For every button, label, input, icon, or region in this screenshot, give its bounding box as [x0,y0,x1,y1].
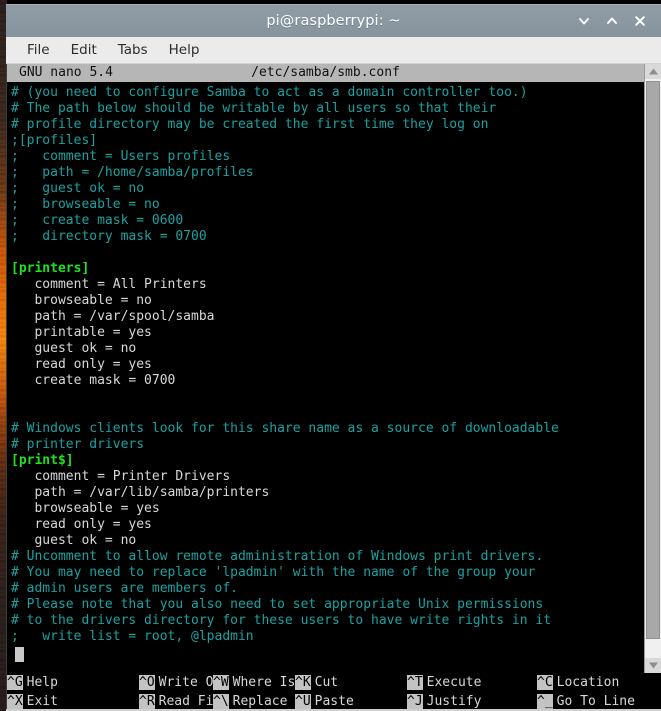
shortcut-label: Location [556,675,620,690]
shortcut-item[interactable]: ^W Where Is [213,673,295,692]
editor-line: ; comment = Users profiles [11,149,231,164]
menubar: File Edit Tabs Help [6,37,661,64]
editor-line: # Uncomment to allow remote administrati… [11,549,544,564]
close-button[interactable] [627,8,653,34]
nano-editor[interactable]: GNU nano 5.4 /etc/samba/smb.conf # (you … [7,64,644,673]
editor-line: create mask = 0700 [11,373,176,388]
terminal-scrollbar[interactable] [644,64,661,673]
shortcut-key: ^C [537,675,553,690]
shortcut-label: Justify [426,694,482,709]
editor-line: # admin users are members of. [11,581,238,596]
scroll-up-icon [648,67,659,76]
editor-line: ; browseable = no [11,197,160,212]
editor-line: ; create mask = 0600 [11,213,184,228]
editor-line: guest ok = no [11,533,137,548]
editor-line: # printer drivers [11,437,145,452]
scrollbar-up-button[interactable] [645,64,661,79]
text-cursor [15,647,24,662]
scrollbar-thumb[interactable] [646,81,660,639]
shortcut-item[interactable]: ^K Cut [295,673,338,692]
shortcut-label: Execute [426,675,482,690]
editor-line: # (you need to configure Samba to act as… [11,85,528,100]
shortcut-key: ^O [139,675,155,690]
shortcut-key: ^J [407,694,423,709]
chevron-up-icon [605,14,619,28]
shortcut-key: ^T [407,675,423,690]
nano-filename-label: /etc/samba/smb.conf [251,65,400,80]
editor-line: # Windows clients look for this share na… [11,421,559,436]
editor-line: browseable = no [11,293,152,308]
screen: pi@raspberrypi: ~ File Edit Tabs Help GN… [0,0,661,711]
shortcut-key: ^U [295,694,311,709]
scrollbar-track[interactable] [645,79,661,658]
maximize-button[interactable] [599,8,625,34]
terminal-body: GNU nano 5.4 /etc/samba/smb.conf # (you … [6,64,661,673]
editor-line: read only = yes [11,517,152,532]
editor-line: ; write list = root, @lpadmin [11,629,254,644]
scroll-down-icon [648,661,659,670]
shortcut-label: Cut [314,675,339,690]
shortcut-item[interactable]: ^T Execute [407,673,481,692]
close-icon [633,14,647,28]
window-title: pi@raspberrypi: ~ [266,13,401,29]
editor-line: printable = yes [11,325,152,340]
terminal-window: pi@raspberrypi: ~ File Edit Tabs Help GN… [6,4,661,711]
window-titlebar[interactable]: pi@raspberrypi: ~ [6,4,661,37]
menu-item-file[interactable]: File [18,39,59,61]
shortcut-key: ^X [7,694,23,709]
shortcut-label: Replace [232,694,288,709]
shortcut-label: Help [26,675,58,690]
editor-line: comment = Printer Drivers [11,469,231,484]
shortcut-label: Exit [26,694,58,709]
minimize-button[interactable] [571,8,597,34]
shortcut-row-primary: ^G Help ^O Write Out ^W Where Is ^K Cut ^T Execut… [7,673,661,692]
nano-header-bar: GNU nano 5.4 /etc/samba/smb.conf [7,64,644,82]
shortcut-key: ^W [213,675,229,690]
editor-line: # profile directory may be created the f… [11,117,489,132]
editor-line: browseable = yes [11,501,160,516]
shortcut-label: Where Is [232,675,296,690]
shortcut-key: ^_ [537,694,553,709]
editor-line: # You may need to replace 'lpadmin' with… [11,565,536,580]
nano-shortcut-bar: ^G Help ^O Write Out ^W Where Is ^K Cut ^T Execut… [6,673,661,711]
editor-line: ; path = /home/samba/profiles [11,165,254,180]
editor-line: path = /var/spool/samba [11,309,215,324]
editor-line: ;[profiles] [11,133,98,148]
shortcut-label: Paste [314,694,354,709]
shortcut-key: ^\ [213,694,229,709]
editor-line: [print$] [11,453,74,468]
shortcut-key: ^R [139,694,155,709]
editor-line: path = /var/lib/samba/printers [11,485,270,500]
shortcut-key: ^G [7,675,23,690]
shortcut-label: Go To Line [556,694,635,709]
editor-line: ; directory mask = 0700 [11,229,207,244]
editor-line: ; guest ok = no [11,181,145,196]
menu-item-edit[interactable]: Edit [62,39,106,61]
scrollbar-down-button[interactable] [645,658,661,673]
chevron-down-icon [577,14,591,28]
shortcut-item[interactable]: ^C Location [537,673,619,692]
editor-line: # to the drivers directory for these use… [11,613,552,628]
shortcut-key: ^K [295,675,311,690]
editor-line: # Please note that you also need to set … [11,597,544,612]
menu-item-tabs[interactable]: Tabs [109,39,157,61]
editor-line: # The path below should be writable by a… [11,101,497,116]
editor-line: read only = yes [11,357,152,372]
menu-item-help[interactable]: Help [160,39,209,61]
nano-text-area[interactable]: # (you need to configure Samba to act as… [7,82,644,662]
editor-line: comment = All Printers [11,277,207,292]
shortcut-item[interactable]: ^G Help [7,673,58,692]
window-controls [571,5,653,37]
editor-line: guest ok = no [11,341,137,356]
editor-line: [printers] [11,261,90,276]
